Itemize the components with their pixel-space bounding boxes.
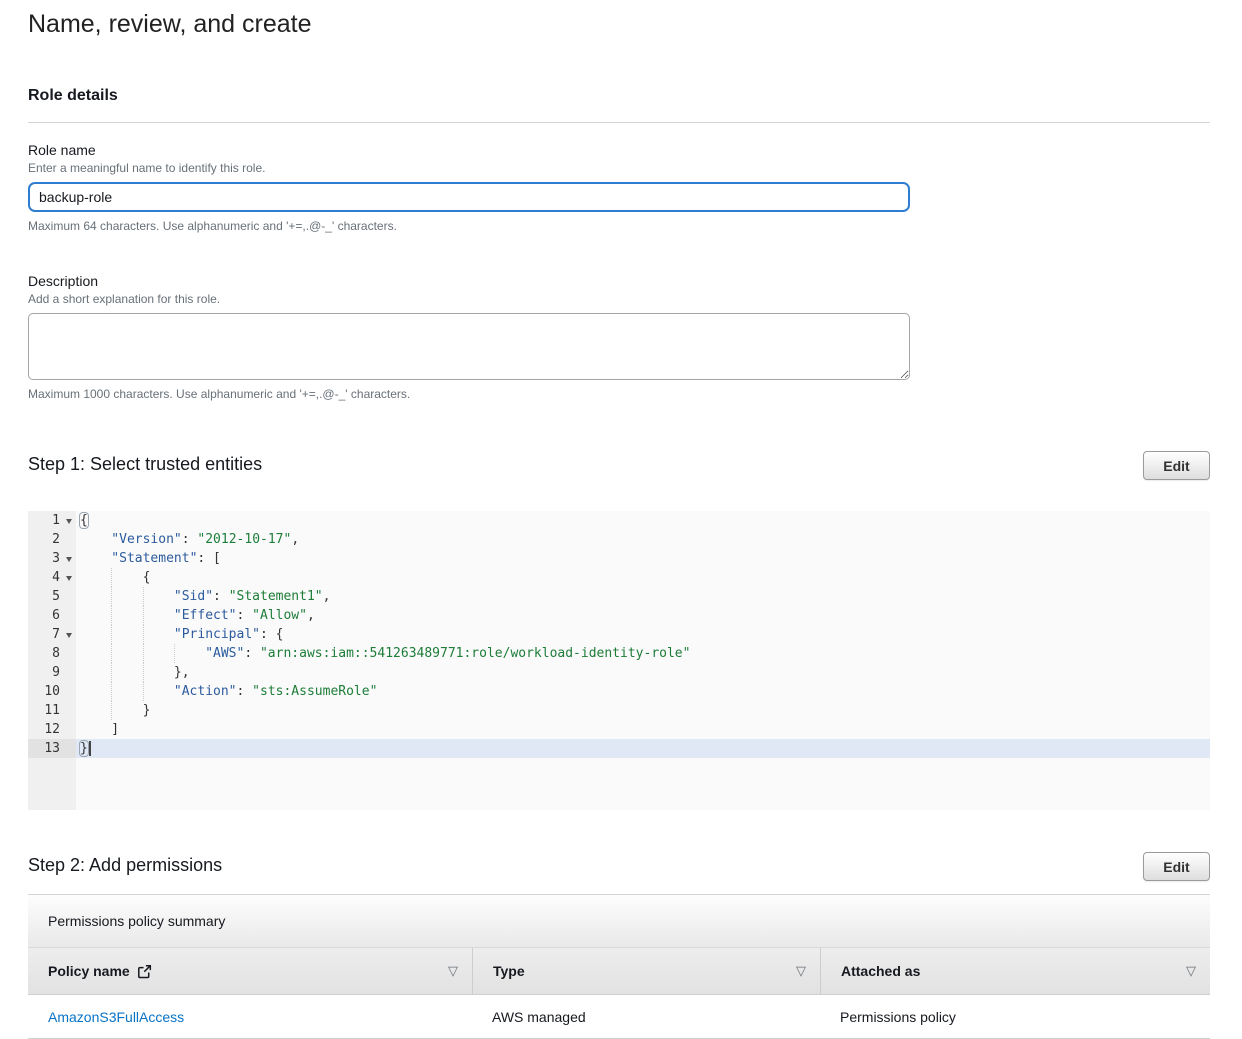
fold-caret-icon[interactable] <box>66 576 72 581</box>
editor-line-number: 5 <box>28 587 76 606</box>
text-cursor <box>89 741 91 756</box>
external-link-icon <box>137 964 152 979</box>
step1-header: Step 1: Select trusted entities Edit <box>28 451 1210 480</box>
editor-line[interactable]: 13} <box>28 739 1210 758</box>
permissions-panel: Permissions policy summary Policy name <box>28 895 1210 1039</box>
policy-name-header-label: Policy name <box>48 963 130 979</box>
fold-caret-icon[interactable] <box>66 557 72 562</box>
fold-caret-icon[interactable] <box>66 633 72 638</box>
page-container: Name, review, and create Role details Ro… <box>28 0 1210 1039</box>
description-label: Description <box>28 273 1210 289</box>
column-header-attached-as[interactable]: Attached as ▽ <box>820 948 1210 994</box>
role-details-heading: Role details <box>28 87 1210 105</box>
editor-line[interactable]: 8"AWS": "arn:aws:iam::541263489771:role/… <box>28 644 1210 663</box>
editor-line[interactable]: 7"Principal": { <box>28 625 1210 644</box>
code-editor-lines: 1{2"Version": "2012-10-17",3"Statement":… <box>28 511 1210 758</box>
code-editor-gutter-filler <box>28 758 76 810</box>
role-name-constraint: Maximum 64 characters. Use alphanumeric … <box>28 219 1210 233</box>
editor-line[interactable]: 11} <box>28 701 1210 720</box>
description-constraint: Maximum 1000 characters. Use alphanumeri… <box>28 387 1210 401</box>
role-name-helper: Enter a meaningful name to identify this… <box>28 161 1210 175</box>
policy-name-link[interactable]: AmazonS3FullAccess <box>48 1009 184 1025</box>
permissions-table: Policy name ▽ Type ▽ <box>28 948 1210 1039</box>
code-editor-filler <box>28 758 1210 810</box>
step2-title: Step 2: Add permissions <box>28 852 222 876</box>
description-helper: Add a short explanation for this role. <box>28 292 1210 306</box>
editor-line[interactable]: 4{ <box>28 568 1210 587</box>
editor-line-number: 13 <box>28 739 76 758</box>
editor-line[interactable]: 9}, <box>28 663 1210 682</box>
permissions-table-header: Policy name ▽ Type ▽ <box>28 948 1210 995</box>
editor-line-number: 3 <box>28 549 76 568</box>
permissions-summary-header: Permissions policy summary <box>28 895 1210 948</box>
step1-title: Step 1: Select trusted entities <box>28 451 262 475</box>
editor-line-number: 8 <box>28 644 76 663</box>
step1-edit-button[interactable]: Edit <box>1143 451 1210 480</box>
description-textarea[interactable] <box>28 313 910 380</box>
permissions-summary-title: Permissions policy summary <box>48 913 225 929</box>
role-name-input[interactable] <box>28 182 910 212</box>
editor-line[interactable]: 3"Statement": [ <box>28 549 1210 568</box>
editor-line-number: 4 <box>28 568 76 587</box>
editor-line[interactable]: 12] <box>28 720 1210 739</box>
policy-name-cell: AmazonS3FullAccess <box>28 995 472 1038</box>
role-name-label: Role name <box>28 142 1210 158</box>
table-row: AmazonS3FullAccess AWS managed Permissio… <box>28 995 1210 1039</box>
page-title: Name, review, and create <box>28 10 1210 39</box>
step2-header: Step 2: Add permissions Edit <box>28 852 1210 881</box>
attached-as-cell: Permissions policy <box>820 995 1210 1038</box>
editor-line-number: 2 <box>28 530 76 549</box>
role-details-divider <box>28 122 1210 123</box>
attached-as-header-label: Attached as <box>841 963 920 979</box>
code-editor-empty-area <box>76 758 1210 810</box>
editor-line-number: 10 <box>28 682 76 701</box>
column-header-type[interactable]: Type ▽ <box>472 948 820 994</box>
trust-policy-code-editor[interactable]: 1{2"Version": "2012-10-17",3"Statement":… <box>28 511 1210 810</box>
editor-line-number: 6 <box>28 606 76 625</box>
sort-icon[interactable]: ▽ <box>448 963 458 979</box>
column-header-policy-name[interactable]: Policy name ▽ <box>28 948 472 994</box>
editor-line[interactable]: 1{ <box>28 511 1210 530</box>
fold-caret-icon[interactable] <box>66 519 72 524</box>
role-name-field-group: Role name Enter a meaningful name to ide… <box>28 142 1210 233</box>
editor-line-number: 1 <box>28 511 76 530</box>
editor-line-number: 11 <box>28 701 76 720</box>
editor-line[interactable]: 2"Version": "2012-10-17", <box>28 530 1210 549</box>
sort-icon[interactable]: ▽ <box>1186 963 1196 979</box>
policy-type-cell: AWS managed <box>472 995 820 1038</box>
editor-line[interactable]: 5"Sid": "Statement1", <box>28 587 1210 606</box>
editor-line-number: 7 <box>28 625 76 644</box>
step2-edit-button[interactable]: Edit <box>1143 852 1210 881</box>
type-header-label: Type <box>493 963 525 979</box>
editor-line-number: 12 <box>28 720 76 739</box>
editor-line-number: 9 <box>28 663 76 682</box>
editor-line[interactable]: 10"Action": "sts:AssumeRole" <box>28 682 1210 701</box>
sort-icon[interactable]: ▽ <box>796 963 806 979</box>
editor-line[interactable]: 6"Effect": "Allow", <box>28 606 1210 625</box>
description-field-group: Description Add a short explanation for … <box>28 273 1210 401</box>
